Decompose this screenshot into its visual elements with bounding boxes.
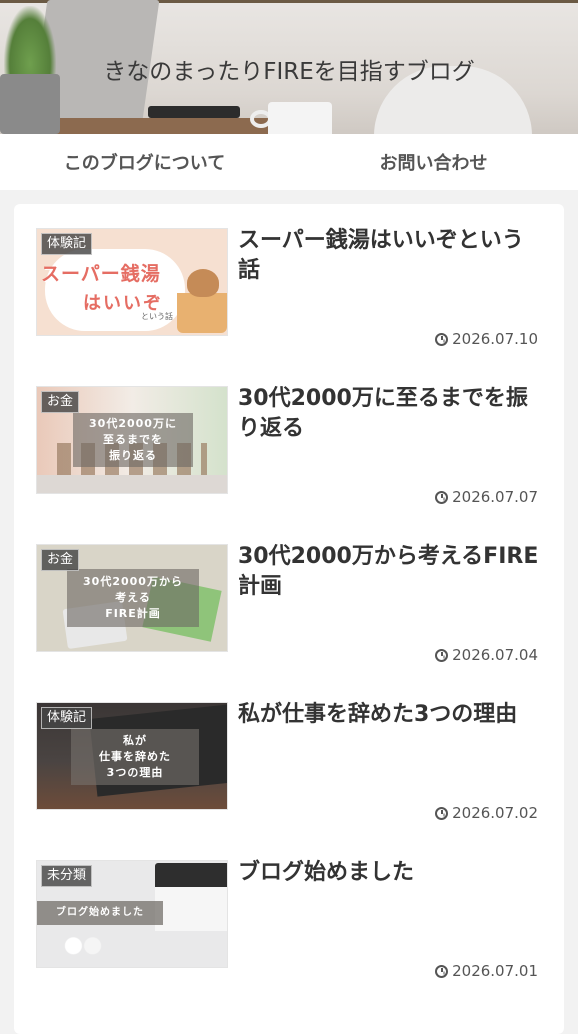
clock-icon: [435, 806, 449, 820]
post-date-text: 2026.07.10: [452, 330, 538, 348]
site-header: きなのまったりFIREを目指すブログ このブログについて お問い合わせ: [0, 0, 578, 190]
thumb-line: 30代2000万に: [89, 417, 177, 430]
thumb-caption-box: ブログ始めました: [37, 901, 163, 925]
thumb-caption-box: 30代2000万から 考える FIRE計画: [67, 569, 199, 627]
category-label: お金: [41, 391, 80, 413]
thumb-line: 考える: [115, 591, 151, 604]
post-date: 2026.07.01: [435, 962, 538, 980]
nav-item-contact[interactable]: お問い合わせ: [289, 149, 578, 175]
clock-icon: [435, 490, 449, 504]
clock-icon: [435, 332, 449, 346]
post-thumbnail[interactable]: 私が 仕事を辞めた 3つの理由 体験記: [36, 702, 228, 810]
post-title[interactable]: ブログ始めました: [238, 858, 540, 888]
thumb-title: スーパー銭湯: [41, 263, 161, 285]
site-title[interactable]: きなのまったりFIREを目指すブログ: [0, 52, 578, 86]
post-card[interactable]: 私が 仕事を辞めた 3つの理由 体験記 私が仕事を辞めた3つの理由 2026.0…: [36, 678, 542, 828]
post-date: 2026.07.07: [435, 488, 538, 506]
post-card[interactable]: 30代2000万から 考える FIRE計画 お金 30代2000万から考えるFI…: [36, 520, 542, 670]
post-list: スーパー銭湯 はいいぞ という話 体験記 スーパー銭湯はいいぞという話 2026…: [14, 204, 564, 1034]
thumb-line: 振り返る: [109, 449, 157, 462]
post-thumbnail[interactable]: 30代2000万に 至るまでを 振り返る お金: [36, 386, 228, 494]
post-title[interactable]: 私が仕事を辞めた3つの理由: [238, 700, 540, 730]
post-title[interactable]: 30代2000万に至るまでを振り返る: [238, 384, 540, 444]
thumb-caption-box: 30代2000万に 至るまでを 振り返る: [73, 413, 193, 467]
thumb-line: 私が: [123, 734, 147, 747]
post-card[interactable]: 30代2000万に 至るまでを 振り返る お金 30代2000万に至るまでを振り…: [36, 362, 542, 512]
capybara-illustration: [187, 269, 219, 297]
coffee-cup-image: [268, 102, 332, 134]
post-title[interactable]: 30代2000万から考えるFIRE計画: [238, 542, 540, 602]
main-nav: このブログについて お問い合わせ: [0, 134, 578, 190]
post-date-text: 2026.07.01: [452, 962, 538, 980]
thumb-line: 30代2000万から: [83, 575, 183, 588]
post-card[interactable]: ブログ始めました 未分類 ブログ始めました 2026.07.01: [36, 836, 542, 986]
header-image[interactable]: きなのまったりFIREを目指すブログ: [0, 0, 578, 134]
thumb-line: FIRE計画: [105, 607, 161, 620]
post-title[interactable]: スーパー銭湯はいいぞという話: [238, 226, 540, 286]
clock-icon: [435, 648, 449, 662]
thumb-line: ブログ始めました: [56, 907, 144, 918]
category-label: 未分類: [41, 865, 93, 887]
thumb-caption-box: 私が 仕事を辞めた 3つの理由: [71, 729, 199, 785]
post-date: 2026.07.10: [435, 330, 538, 348]
category-label: お金: [41, 549, 80, 571]
nav-item-about[interactable]: このブログについて: [0, 149, 289, 175]
post-date-text: 2026.07.02: [452, 804, 538, 822]
clock-icon: [435, 964, 449, 978]
post-card[interactable]: スーパー銭湯 はいいぞ という話 体験記 スーパー銭湯はいいぞという話 2026…: [36, 204, 542, 354]
post-date-text: 2026.07.07: [452, 488, 538, 506]
post-date-text: 2026.07.04: [452, 646, 538, 664]
category-label: 体験記: [41, 707, 93, 729]
thumb-line: 3つの理由: [106, 766, 164, 779]
post-date: 2026.07.04: [435, 646, 538, 664]
post-thumbnail[interactable]: 30代2000万から 考える FIRE計画 お金: [36, 544, 228, 652]
thumb-line: 至るまでを: [103, 433, 163, 446]
post-thumbnail[interactable]: スーパー銭湯 はいいぞ という話 体験記: [36, 228, 228, 336]
thumb-caption: という話: [141, 312, 173, 321]
thumb-line: 仕事を辞めた: [99, 750, 171, 763]
post-date: 2026.07.02: [435, 804, 538, 822]
flowers-image: [59, 933, 107, 965]
post-thumbnail[interactable]: ブログ始めました 未分類: [36, 860, 228, 968]
category-label: 体験記: [41, 233, 93, 255]
